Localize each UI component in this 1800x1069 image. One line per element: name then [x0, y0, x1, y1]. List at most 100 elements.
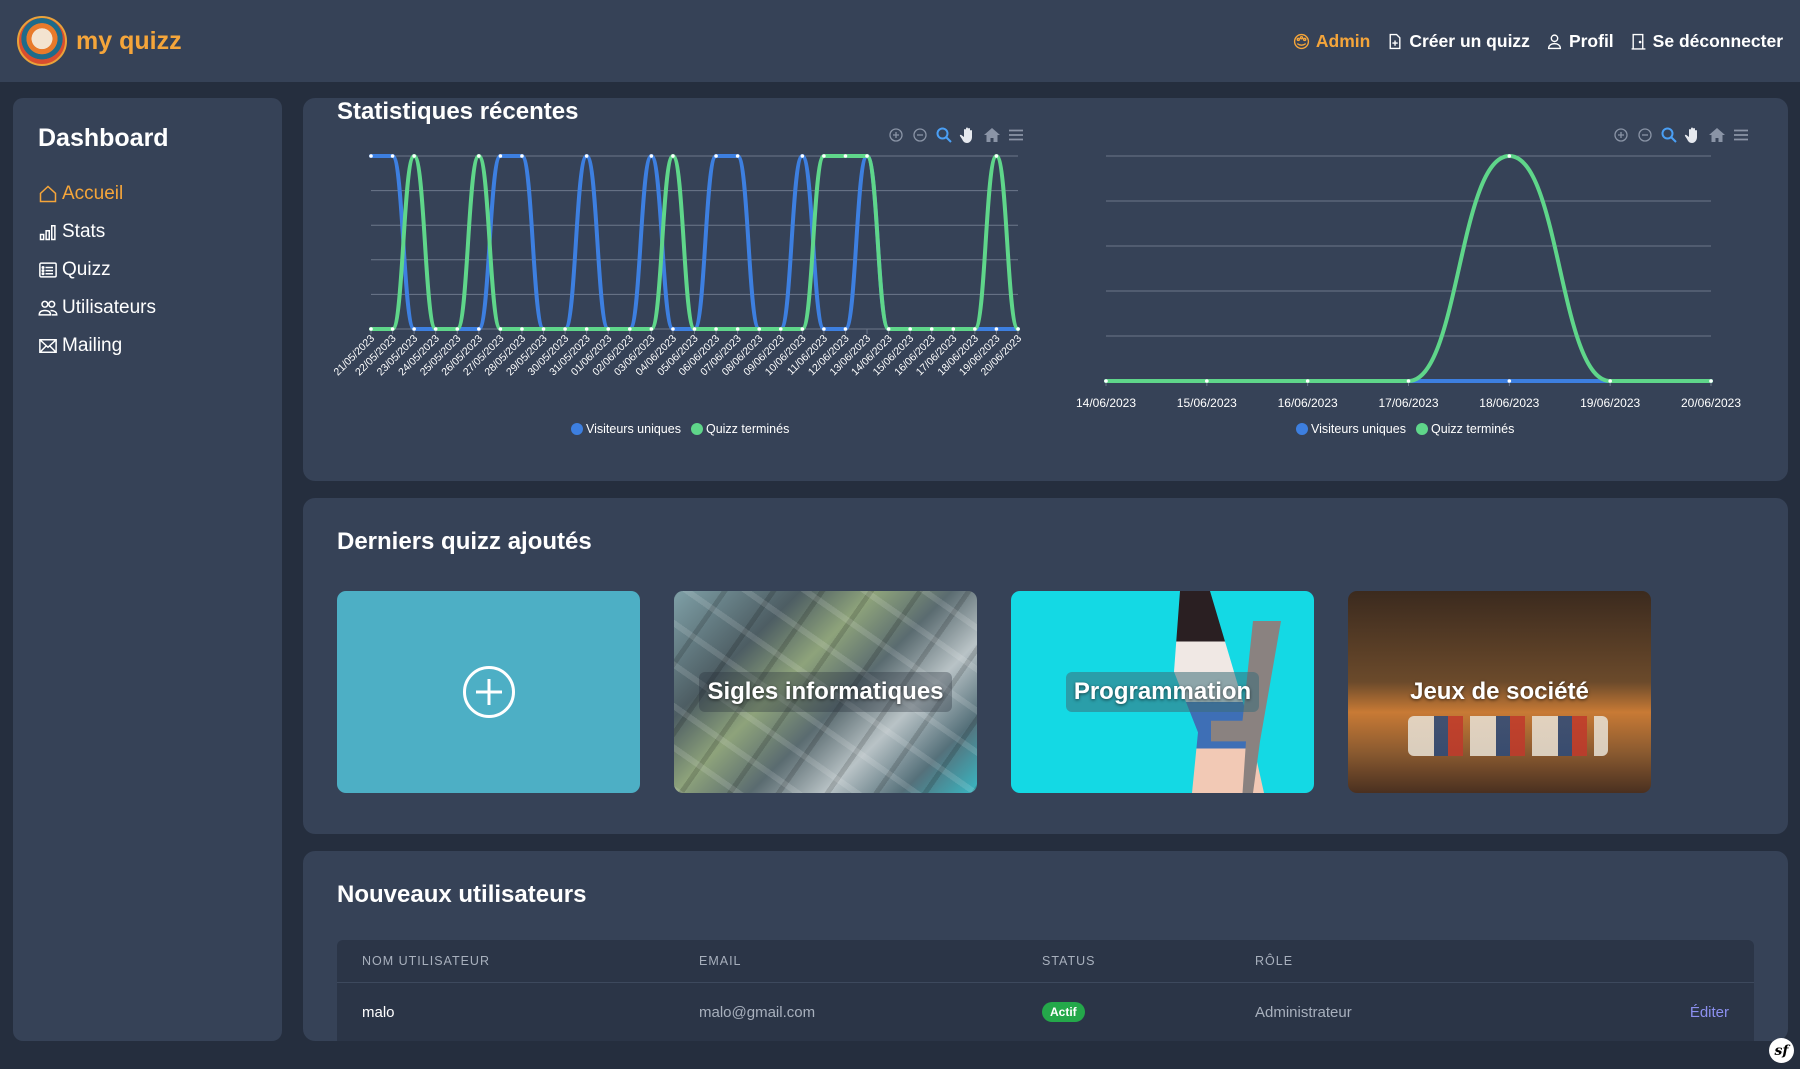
sidebar: Dashboard Accueil Stats Quizz Utilisateu…	[13, 98, 282, 1041]
legend-dot	[1415, 423, 1428, 435]
sidebar-item-quizz[interactable]: Quizz	[38, 251, 257, 289]
nav-logout-link[interactable]: Se déconnecter	[1630, 31, 1783, 52]
data-point	[477, 327, 481, 331]
data-point	[908, 327, 912, 331]
data-point	[1406, 379, 1411, 383]
data-point	[1507, 154, 1512, 158]
pan-hand-icon[interactable]	[958, 125, 978, 145]
data-point	[865, 154, 869, 158]
data-point	[628, 327, 632, 331]
nav-create-quiz-link[interactable]: Créer un quizz	[1386, 31, 1530, 52]
x-tick-label: 14/06/2023	[1076, 396, 1136, 410]
data-point	[822, 154, 826, 158]
menu-icon[interactable]	[1731, 125, 1751, 145]
top-nav: Admin Créer un quizz Profil Se déconnect…	[1293, 31, 1783, 52]
quizz-cards: Sigles informatiques Programmation Jeux …	[337, 591, 1651, 793]
edit-user-link[interactable]: Éditer	[1690, 1004, 1729, 1021]
add-quiz-card[interactable]	[337, 591, 640, 793]
data-point	[1305, 379, 1310, 383]
brand[interactable]: my quizz	[17, 16, 182, 66]
zoom-selection-icon[interactable]	[934, 125, 954, 145]
zoom-out-icon[interactable]	[910, 125, 930, 145]
zoom-in-icon[interactable]	[886, 125, 906, 145]
data-point	[973, 327, 977, 331]
zoom-selection-icon[interactable]	[1659, 125, 1679, 145]
data-point	[714, 154, 718, 158]
sidebar-item-label: Accueil	[62, 183, 124, 204]
quiz-card-title: Sigles informatiques	[699, 672, 952, 712]
data-point	[1507, 379, 1512, 383]
zoom-in-icon[interactable]	[1611, 125, 1631, 145]
sidebar-item-accueil[interactable]: Accueil	[38, 175, 257, 213]
x-tick-label: 15/06/2023	[1177, 396, 1237, 410]
data-point	[390, 327, 395, 331]
nav-admin-link[interactable]: Admin	[1293, 31, 1370, 52]
data-point	[520, 154, 524, 158]
brand-name: my quizz	[76, 26, 182, 55]
home-reset-icon[interactable]	[1707, 125, 1727, 145]
sidebar-item-stats[interactable]: Stats	[38, 213, 257, 251]
quizz-title: Derniers quizz ajoutés	[337, 528, 592, 555]
quiz-card[interactable]: Sigles informatiques	[674, 591, 977, 793]
list-card-icon	[39, 262, 57, 278]
x-tick-label: 19/06/2023	[1580, 396, 1640, 410]
nav-profile-link[interactable]: Profil	[1546, 31, 1614, 52]
column-header: EMAIL	[699, 954, 742, 968]
data-point	[843, 327, 848, 331]
palette-icon	[1293, 33, 1310, 49]
data-point	[800, 327, 805, 331]
legend-label: Visiteurs uniques	[1311, 422, 1406, 436]
quiz-card[interactable]: Jeux de société	[1348, 591, 1651, 793]
data-point	[563, 327, 567, 331]
legend-item-visitors[interactable]: Visiteurs uniques	[1296, 422, 1406, 436]
sidebar-item-utilisateurs[interactable]: Utilisateurs	[38, 289, 257, 327]
nav-create-quiz-label: Créer un quizz	[1409, 30, 1530, 51]
data-point	[649, 154, 654, 158]
sidebar-item-label: Quizz	[62, 259, 111, 280]
column-header: NOM UTILISATEUR	[362, 954, 490, 968]
sidebar-item-mailing[interactable]: Mailing	[38, 327, 257, 365]
users-title: Nouveaux utilisateurs	[337, 881, 587, 908]
plus-circle-icon	[462, 666, 515, 718]
data-point	[951, 327, 956, 331]
file-plus-icon	[1389, 33, 1401, 49]
menu-icon[interactable]	[1006, 125, 1026, 145]
home-reset-icon[interactable]	[982, 125, 1002, 145]
sidebar-item-label: Utilisateurs	[62, 297, 156, 318]
sidebar-item-label: Stats	[62, 221, 106, 242]
quizz-panel: Derniers quizz ajoutés Sigles informatiq…	[303, 498, 1788, 834]
users-icon	[38, 300, 58, 316]
x-tick-label: 18/06/2023	[1479, 396, 1539, 410]
users-panel: Nouveaux utilisateurs NOM UTILISATEUR EM…	[303, 851, 1788, 1041]
data-point	[1709, 379, 1713, 383]
data-point	[735, 154, 740, 158]
legend-item-completed[interactable]: Quizz terminés	[690, 422, 790, 436]
data-point	[649, 327, 654, 331]
quiz-card[interactable]: Programmation	[1011, 591, 1314, 793]
legend-dot	[690, 423, 703, 435]
data-point	[671, 154, 675, 158]
data-point	[843, 154, 848, 158]
legend-label: Quizz terminés	[705, 422, 790, 436]
data-point	[433, 327, 438, 331]
zoom-out-icon[interactable]	[1635, 125, 1655, 145]
symfony-debug-icon[interactable]: sf	[1769, 1038, 1794, 1063]
status-badge: Actif	[1042, 1002, 1085, 1022]
legend-dot	[571, 423, 583, 435]
chart1-legend: Visiteurs uniques Quizz terminés	[571, 422, 789, 436]
data-point	[606, 327, 611, 331]
data-point	[1608, 379, 1612, 383]
user-icon	[1547, 33, 1561, 49]
pan-hand-icon[interactable]	[1683, 125, 1703, 145]
chart2-toolbar	[1611, 125, 1751, 145]
data-point	[1104, 379, 1108, 383]
data-point	[520, 327, 524, 331]
chart-visitors-june: 14/06/2023 15/06/2023 16/06/2023 17/06/2023…	[1076, 153, 1741, 410]
data-point	[800, 154, 805, 158]
quiz-card-title: Programmation	[1065, 672, 1260, 712]
data-point	[822, 327, 826, 331]
legend-item-completed[interactable]: Quizz terminés	[1415, 422, 1514, 436]
legend-item-visitors[interactable]: Visiteurs uniques	[571, 422, 681, 436]
legend-dot	[1296, 423, 1308, 435]
x-tick-label: 16/06/2023	[1278, 396, 1338, 410]
